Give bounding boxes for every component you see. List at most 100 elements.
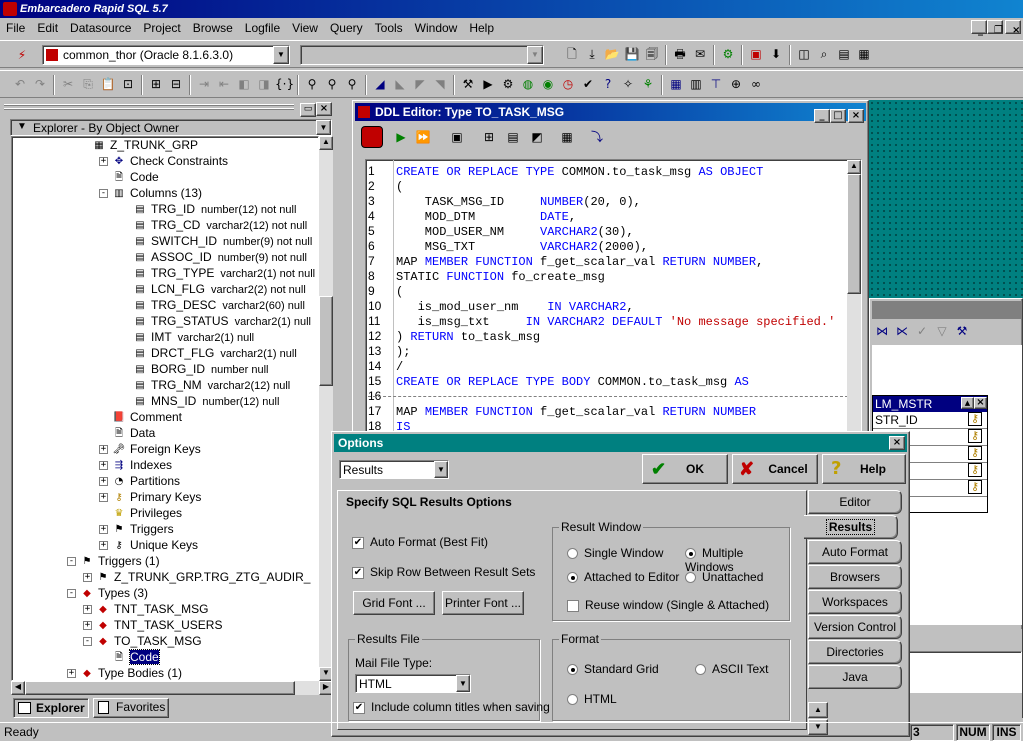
mdi-restore-button[interactable]: ❐ xyxy=(987,20,1003,36)
tree-item[interactable]: + ⇶ Indexes xyxy=(99,457,172,473)
tree-item[interactable]: ▤ TRG_NM varchar2(12) null xyxy=(133,377,290,393)
bookmark-prev-icon[interactable]: ◤ xyxy=(411,75,429,93)
comment-code-icon[interactable]: ◧ xyxy=(235,75,253,93)
binoculars-icon[interactable]: ⚲ xyxy=(303,75,321,93)
scroll-up-icon[interactable]: ▲ xyxy=(847,160,861,174)
menu-datasource[interactable]: Datasource xyxy=(64,18,137,38)
tree-item[interactable]: + 🗝 Foreign Keys xyxy=(99,441,201,457)
er-collapse-icon[interactable]: ▲ xyxy=(961,397,974,409)
er-column-row[interactable]: STR_ID ⚷ xyxy=(873,412,987,429)
expand-icon[interactable]: + xyxy=(99,477,108,487)
save-all-icon[interactable]: 🗐 xyxy=(643,45,661,63)
datasource-select[interactable]: common_thor (Oracle 8.1.6.3.0) ▼ xyxy=(42,45,290,65)
ddl-minimize-button[interactable]: _ xyxy=(814,109,830,123)
tree-item[interactable]: + ⚷ Unique Keys xyxy=(99,537,198,553)
code-scroll-thumb[interactable] xyxy=(847,174,861,294)
clock-icon[interactable]: ◷ xyxy=(559,75,577,93)
menu-query[interactable]: Query xyxy=(324,18,369,38)
tree-item[interactable]: ▤ MNS_ID number(12) null xyxy=(133,393,279,409)
debug-icon[interactable]: ⤵ xyxy=(588,128,606,146)
unattached-radio[interactable]: Unattached xyxy=(685,570,763,584)
chevron-down-icon[interactable]: ▼ xyxy=(434,461,448,478)
paste-special-icon[interactable]: ⊡ xyxy=(119,75,137,93)
indent-icon[interactable]: ⇥ xyxy=(195,75,213,93)
properties-icon[interactable]: ▦ xyxy=(558,128,576,146)
check-icon[interactable]: ✔ xyxy=(579,75,597,93)
hammer-icon[interactable]: ⚒ xyxy=(459,75,477,93)
code-scrollbar[interactable]: ▲ xyxy=(847,160,861,433)
tree-item[interactable]: - ◆ TO_TASK_MSG xyxy=(83,633,202,649)
collapse-icon[interactable]: - xyxy=(83,637,92,647)
options-tab-auto-format[interactable]: Auto Format xyxy=(808,540,902,564)
plan-icon[interactable]: ◩ xyxy=(528,128,546,146)
cut-icon[interactable]: ✂ xyxy=(59,75,77,93)
reuse-window-checkbox[interactable]: Reuse window (Single & Attached) xyxy=(567,598,769,612)
tree-item[interactable]: ▤ ASSOC_ID number(9) not null xyxy=(133,249,307,265)
expand-icon[interactable]: + xyxy=(83,621,92,631)
ok-button[interactable]: ✔ OK xyxy=(642,454,728,484)
hscroll-thumb[interactable] xyxy=(25,681,295,695)
tree-item[interactable]: ▤ TRG_ID number(12) not null xyxy=(133,201,296,217)
tool-icon[interactable]: ⚒ xyxy=(953,322,971,340)
mail-file-type-select[interactable]: HTML ▼ xyxy=(355,674,471,693)
tree-item[interactable]: + ◔ Partitions xyxy=(99,473,180,489)
find-next-icon[interactable]: ⚲ xyxy=(323,75,341,93)
explorer-view-select[interactable]: ▼ Explorer - By Object Owner ▼ xyxy=(10,119,332,136)
scroll-left-icon[interactable]: ◀ xyxy=(11,681,25,695)
check-mark-icon[interactable]: ✓ xyxy=(913,322,931,340)
chevron-down-icon[interactable]: ▼ xyxy=(273,46,289,64)
uncomment-icon[interactable]: ◨ xyxy=(255,75,273,93)
scroll-thumb[interactable] xyxy=(319,296,333,386)
attached-radio[interactable]: Attached to Editor xyxy=(567,570,679,584)
skip-row-checkbox[interactable]: ✔ Skip Row Between Result Sets xyxy=(352,565,535,579)
explorer-icon[interactable]: ◫ xyxy=(795,45,813,63)
bookmark-clear-icon[interactable]: ◥ xyxy=(431,75,449,93)
sql-icon[interactable]: ⊞ xyxy=(147,75,165,93)
save-icon[interactable]: 💾 xyxy=(623,45,641,63)
help-button[interactable]: ? Help xyxy=(822,454,906,484)
mdi-close-button[interactable]: × xyxy=(1005,20,1021,36)
format-icon[interactable]: ⊞ xyxy=(480,128,498,146)
tab-scroll-up-icon[interactable]: ▲ xyxy=(808,702,828,718)
options-close-button[interactable]: × xyxy=(889,436,905,450)
expand-icon[interactable]: + xyxy=(99,525,108,535)
options-tab-java[interactable]: Java xyxy=(808,665,902,689)
tree-item[interactable]: - ◆ Types (3) xyxy=(67,585,148,601)
grid-font-button[interactable]: Grid Font ... xyxy=(353,591,435,615)
menu-window[interactable]: Window xyxy=(409,18,464,38)
options-tab-workspaces[interactable]: Workspaces xyxy=(808,590,902,614)
windows-icon[interactable]: ▣ xyxy=(747,45,765,63)
print-icon[interactable]: 🖶 xyxy=(671,45,689,63)
grid-icon[interactable]: ▦ xyxy=(667,75,685,93)
expand-icon[interactable]: + xyxy=(99,493,108,503)
options-tab-browsers[interactable]: Browsers xyxy=(808,565,902,589)
join-icon[interactable]: ⋉ xyxy=(893,322,911,340)
options-tab-editor[interactable]: Editor xyxy=(808,490,902,514)
tree-item[interactable]: ▤ TRG_TYPE varchar2(1) not null xyxy=(133,265,315,281)
open-folder-icon[interactable]: 📂 xyxy=(603,45,621,63)
ascii-text-radio[interactable]: ASCII Text xyxy=(695,662,768,676)
sql-window-icon[interactable]: ⊟ xyxy=(167,75,185,93)
explorer-close-button[interactable]: × xyxy=(316,102,332,116)
replace-icon[interactable]: ⚲ xyxy=(343,75,361,93)
schema-icon[interactable]: ⊕ xyxy=(727,75,745,93)
tree-item[interactable]: ▤ IMT varchar2(1) null xyxy=(133,329,254,345)
outdent-icon[interactable]: ⇤ xyxy=(215,75,233,93)
scroll-up-icon[interactable]: ▲ xyxy=(319,136,333,150)
bookmark-next-icon[interactable]: ◣ xyxy=(391,75,409,93)
menu-edit[interactable]: Edit xyxy=(31,18,64,38)
chevron-down-icon[interactable]: ▼ xyxy=(527,46,543,64)
code-editor[interactable]: 1 CREATE OR REPLACE TYPE COMMON.to_task_m… xyxy=(365,159,862,434)
link-icon[interactable]: ⋈ xyxy=(873,322,891,340)
mdi-minimize-button[interactable]: _ xyxy=(971,20,987,36)
tree-item[interactable]: - ⚑ Triggers (1) xyxy=(67,553,160,569)
html-radio[interactable]: HTML xyxy=(567,692,617,706)
tree-item[interactable]: ▤ TRG_DESC varchar2(60) null xyxy=(133,297,305,313)
explorer-float-button[interactable]: ▭ xyxy=(300,103,316,117)
expand-icon[interactable]: + xyxy=(99,157,108,167)
ddl-close-button[interactable]: × xyxy=(848,109,864,123)
connect-icon[interactable]: ⚡ xyxy=(13,46,31,64)
tree-item[interactable]: + ◆ Type Bodies (1) xyxy=(67,665,182,680)
redo-icon[interactable]: ↷ xyxy=(31,75,49,93)
brace-icon[interactable]: {·} xyxy=(275,75,294,93)
